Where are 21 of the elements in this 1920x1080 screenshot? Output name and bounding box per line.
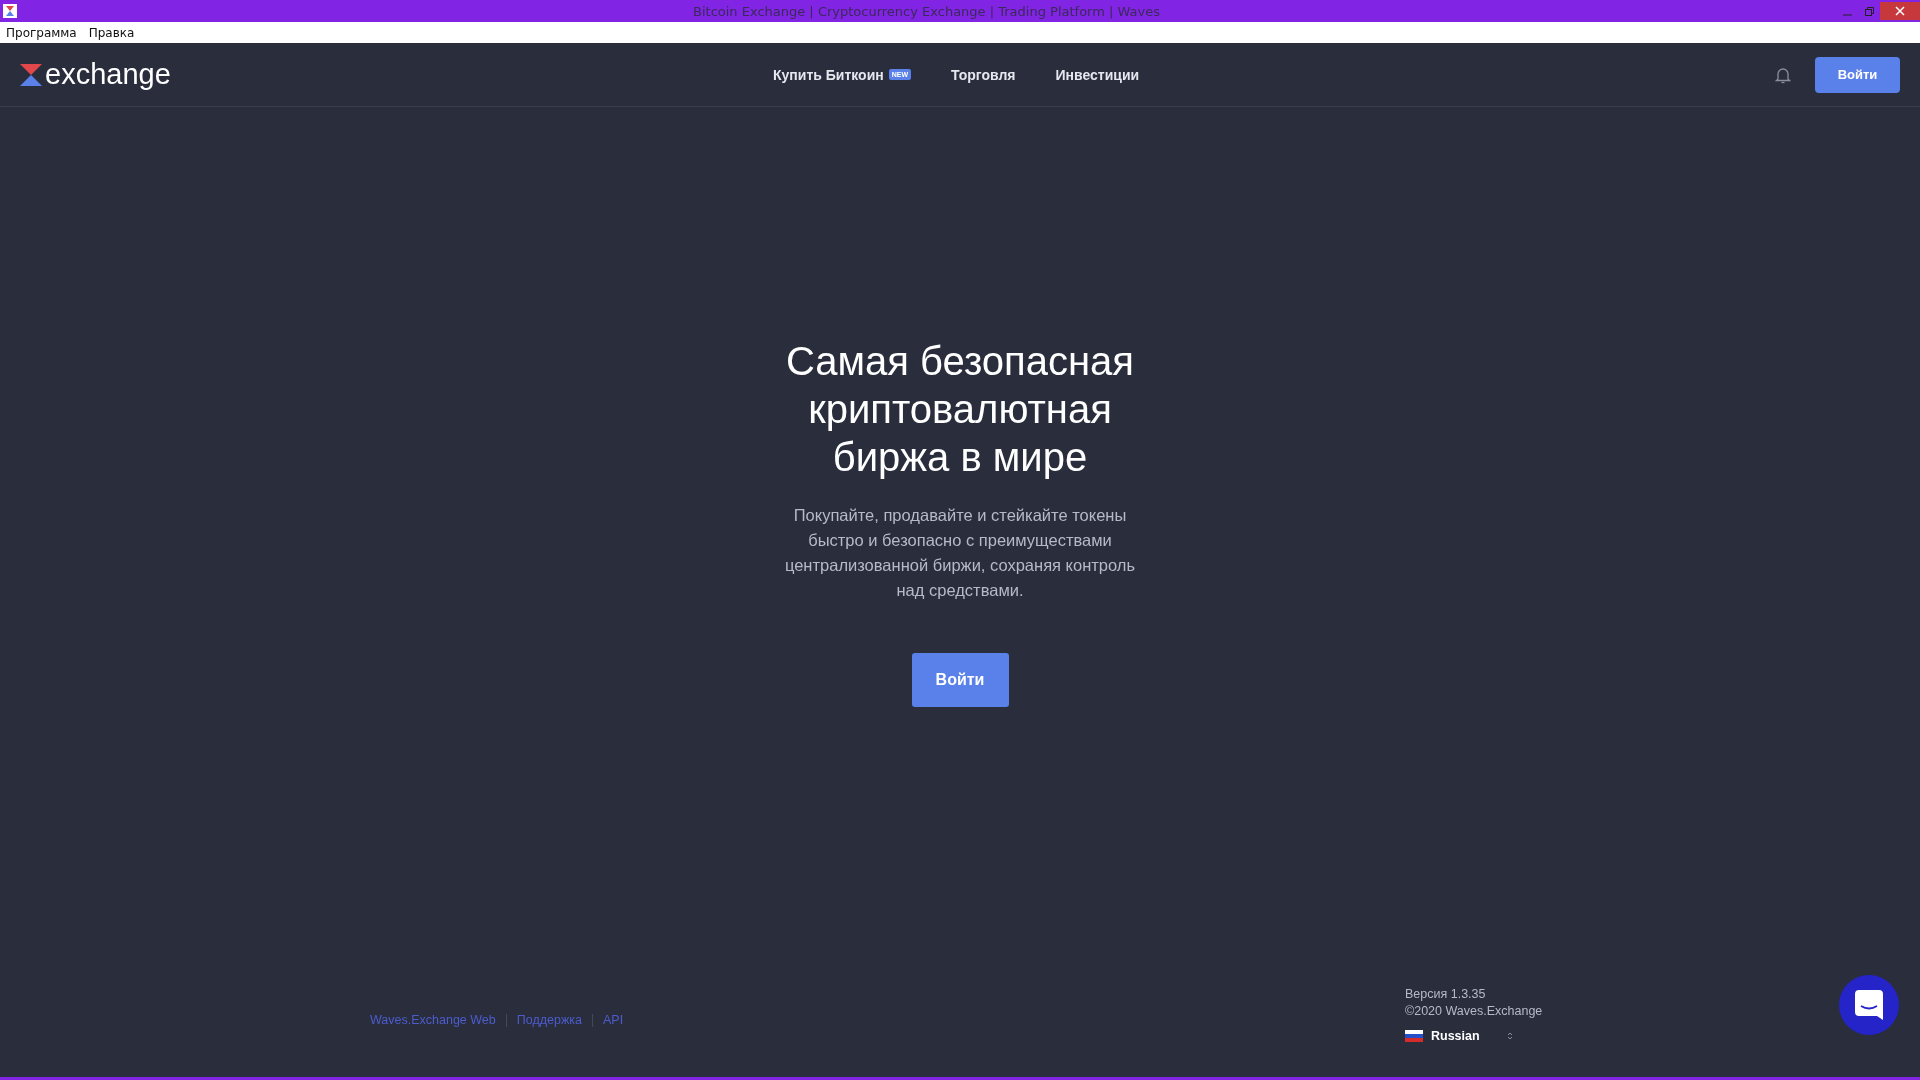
chat-icon — [1855, 990, 1883, 1020]
hero-description: Покупайте, продавайте и стейкайте токены быстро и безопасно с преимуществами централизованной биржи, сохраняя контроль над средствами. — [783, 505, 1137, 601]
language-select[interactable]: Russian — [1405, 1029, 1513, 1043]
chevron-updown-icon — [1507, 1031, 1513, 1041]
bell-icon[interactable] — [1775, 65, 1791, 84]
copyright-text: ©2020 Waves.Exchange — [1405, 1004, 1543, 1018]
version-text: Версия 1.3.35 — [1405, 987, 1487, 1001]
logo-text: exchange — [45, 58, 171, 91]
flag-icon — [1405, 1030, 1423, 1042]
login-button[interactable]: Войти — [911, 653, 1009, 707]
nav-link[interactable]: Торговля — [951, 66, 1016, 83]
login-button[interactable]: Войти — [1815, 56, 1900, 93]
hero-title: Самая безопасная криптовалютная биржа в мире — [785, 338, 1135, 481]
logo-icon — [20, 63, 42, 86]
close-icon[interactable] — [1880, 2, 1920, 20]
window-title: Bitcoin Exchange | Cryptocurrency Exchange | Trading Platform | Waves — [692, 3, 1161, 19]
menu-item[interactable]: Правка — [88, 25, 135, 40]
nav-link[interactable]: Инвестиции — [1055, 66, 1140, 83]
menu-item[interactable]: Программа — [6, 25, 77, 40]
chat-button[interactable] — [1839, 975, 1899, 1035]
app-icon — [3, 4, 17, 18]
